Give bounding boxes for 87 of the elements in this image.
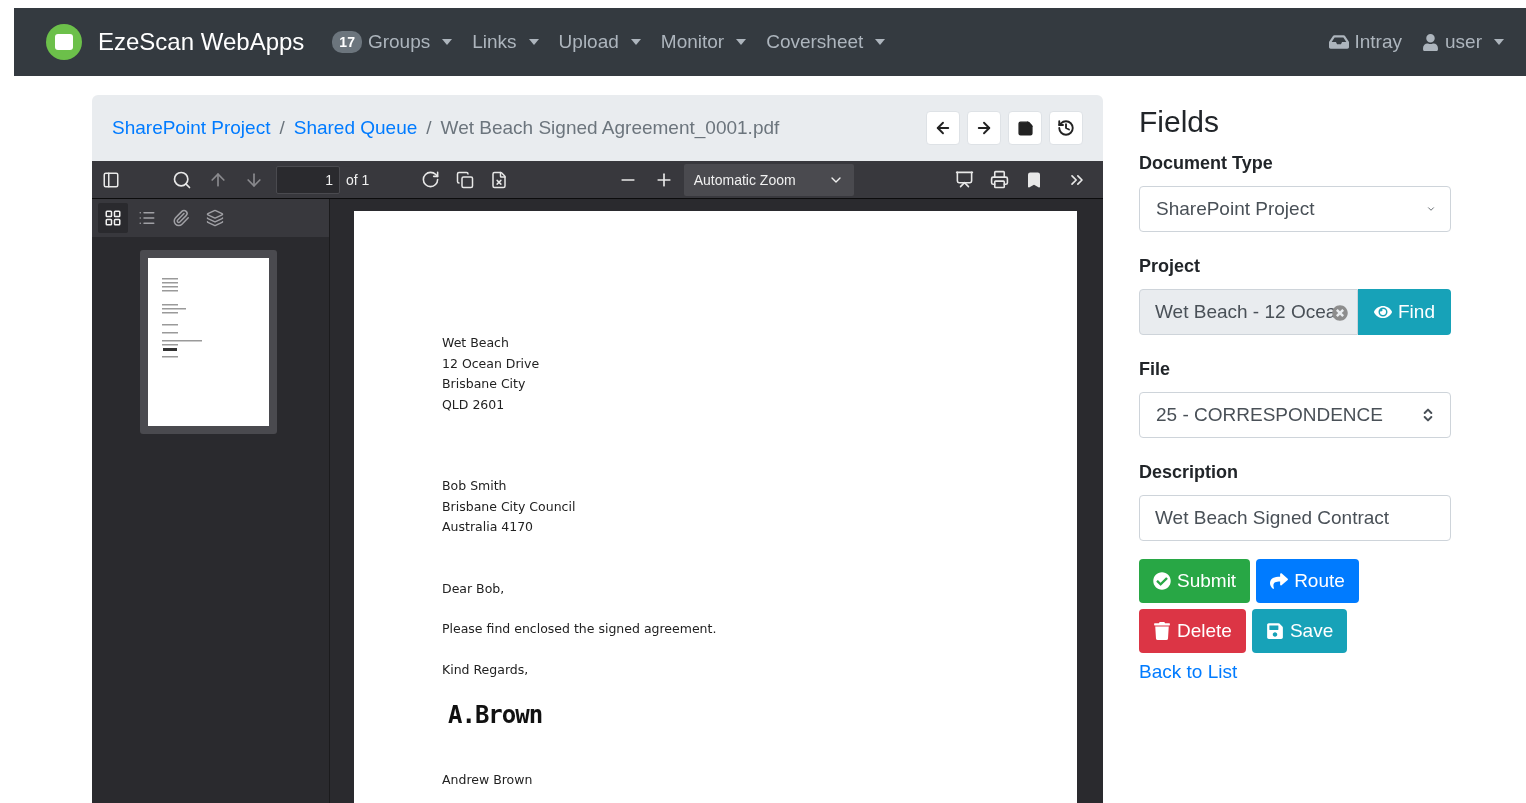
button-icon (1153, 622, 1171, 640)
chevron-icon (1426, 204, 1436, 214)
button-icon (1153, 572, 1171, 590)
logo-icon (46, 24, 82, 60)
thumbnails-icon (104, 209, 122, 227)
brand-name[interactable]: EzeScan WebApps (98, 28, 305, 56)
thumbnails-tab[interactable] (98, 203, 128, 233)
separator: / (426, 117, 432, 139)
button-icon (1270, 572, 1289, 590)
document-text: Bob Smith (442, 477, 508, 495)
sidebar-toggle-icon[interactable] (102, 170, 120, 189)
document-text: Brisbane City (442, 375, 527, 393)
attachments-icon (172, 209, 190, 227)
print-icon[interactable] (990, 170, 1009, 189)
inbox-icon (1328, 32, 1349, 52)
search-icon[interactable] (172, 169, 192, 190)
button-icon (1265, 622, 1284, 640)
field-label: Description (1139, 462, 1240, 483)
note-icon (1016, 119, 1034, 137)
page-count: of 1 (346, 171, 370, 188)
document-text: Wet Beach (442, 334, 510, 352)
history-button[interactable] (1049, 111, 1083, 145)
document-text: Dear Bob, (442, 579, 506, 598)
document-text: 12 Ocean Drive (442, 354, 541, 373)
menu-label: Upload (558, 31, 619, 53)
save-button[interactable]: Save (1251, 609, 1348, 653)
layers-icon (206, 209, 224, 227)
field-label: Project (1139, 256, 1202, 277)
description-field[interactable]: Wet Beach Signed Contract (1139, 495, 1451, 541)
signature: A.Brown (447, 700, 544, 730)
zoom-select[interactable]: Automatic Zoom (683, 163, 854, 196)
user-icon (1422, 33, 1440, 51)
nav-menu[interactable]: Links (472, 31, 539, 53)
document-text: Kind Regards, (442, 660, 530, 679)
caret-icon (442, 39, 453, 45)
user-menu[interactable]: user (1422, 31, 1504, 53)
menu-label: Links (472, 31, 517, 53)
panel-title: Fields (1139, 105, 1221, 139)
page-number-field[interactable]: 1 (276, 165, 340, 194)
document-text: Brisbane City Council (442, 497, 577, 516)
breadcrumb-link[interactable]: SharePoint Project (112, 117, 271, 139)
bookmark-icon[interactable] (1025, 170, 1043, 189)
delete-button[interactable]: Delete (1139, 609, 1246, 653)
caret-icon (1494, 39, 1504, 45)
route-button[interactable]: Route (1256, 559, 1359, 603)
caret-icon (630, 39, 641, 45)
rotate-icon[interactable] (421, 170, 441, 189)
separator: / (279, 117, 285, 139)
back-button[interactable] (926, 111, 960, 145)
caret-icon (736, 39, 747, 45)
history-icon (1057, 119, 1075, 137)
file-select[interactable]: 25 - CORRESPONDENCE (1139, 392, 1451, 438)
find-button[interactable]: Find (1358, 289, 1451, 335)
field-label: File (1139, 359, 1171, 380)
menu-label: Monitor (660, 31, 725, 53)
forward-button[interactable] (967, 111, 1001, 145)
menu-label: Coversheet (766, 31, 864, 53)
current-document-title: Wet Beach Signed Agreement_0001.pdf (440, 117, 780, 139)
caret-icon (528, 39, 539, 45)
eye-icon (1374, 303, 1392, 321)
intray-link[interactable]: Intray (1328, 31, 1403, 53)
arrow-right-icon (975, 119, 993, 137)
submit-button[interactable]: Submit (1139, 559, 1251, 603)
nav-menu[interactable]: Coversheet (766, 31, 886, 53)
outline-icon (138, 209, 156, 227)
nav-menu[interactable]: Monitor (660, 31, 747, 53)
file-x-icon[interactable] (490, 170, 509, 189)
document-text: QLD 2601 (442, 395, 506, 414)
document-text: Australia 4170 (442, 518, 535, 536)
caret-icon (875, 39, 886, 45)
clear-icon[interactable] (1332, 305, 1348, 321)
page-thumbnail[interactable] (140, 250, 277, 434)
nav-menu[interactable]: 17 Groups (332, 31, 453, 53)
breadcrumb-link[interactable]: Shared Queue (293, 117, 418, 139)
presentation-icon[interactable] (955, 170, 974, 189)
count-badge: 17 (332, 31, 362, 53)
copy-icon[interactable] (456, 170, 475, 189)
menu-label: user (1445, 31, 1482, 53)
field-label: Document Type (1139, 153, 1274, 174)
document-text: Please find enclosed the signed agreement. (442, 620, 718, 638)
back-to-list-link[interactable]: Back to List (1139, 661, 1451, 683)
document-text: Andrew Brown (442, 771, 534, 789)
note-button[interactable] (1008, 111, 1042, 145)
menu-label: Groups (367, 31, 431, 53)
menu-label: Intray (1354, 31, 1403, 53)
nav-menu[interactable]: Upload (558, 31, 641, 53)
document-type-select[interactable]: SharePoint Project (1139, 186, 1451, 232)
